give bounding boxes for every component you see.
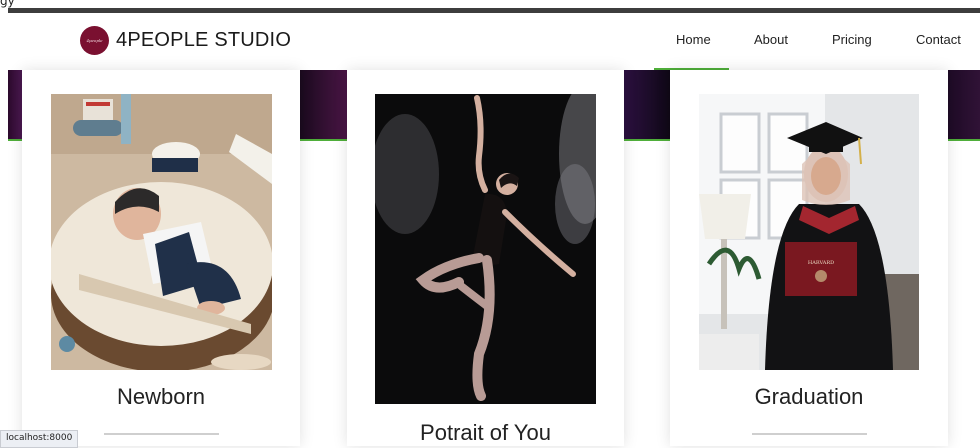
card-divider (752, 433, 867, 435)
accent-line (948, 139, 980, 141)
brand-name: 4PEOPLE STUDIO (116, 29, 292, 51)
browser-top-strip: gy (0, 0, 980, 14)
browser-corner-text: gy (0, 0, 15, 8)
browser-status-url: localhost:8000 (0, 430, 79, 448)
nav-pricing[interactable]: Pricing (832, 32, 872, 47)
background-band (8, 70, 22, 140)
service-card-portrait[interactable]: Potrait of You (347, 70, 624, 446)
newborn-photo (51, 94, 272, 370)
graduation-photo: HARVARD (699, 94, 919, 370)
ballet-dancer-photo (375, 94, 596, 404)
card-title: Potrait of You (420, 420, 551, 445)
card-divider (104, 433, 219, 435)
svg-text:HARVARD: HARVARD (808, 260, 834, 266)
card-title: Graduation (754, 384, 864, 409)
accent-line (624, 139, 670, 141)
top-bar (8, 8, 980, 13)
accent-line (8, 139, 22, 141)
background-band (624, 70, 670, 140)
navbar: 4people 4PEOPLE STUDIO Home About Pricin… (0, 14, 980, 71)
brand[interactable]: 4people 4PEOPLE STUDIO (80, 26, 291, 55)
nav-about[interactable]: About (754, 32, 788, 47)
background-band (300, 70, 347, 140)
service-card-newborn[interactable]: Newborn (22, 70, 300, 446)
nav-contact[interactable]: Contact (916, 32, 961, 47)
card-title: Newborn (116, 384, 206, 409)
logo-icon: 4people (80, 26, 109, 55)
accent-line (300, 139, 347, 141)
nav-home[interactable]: Home (676, 32, 711, 47)
background-band (948, 70, 980, 140)
service-card-graduation[interactable]: HARVARD Graduation (670, 70, 948, 446)
